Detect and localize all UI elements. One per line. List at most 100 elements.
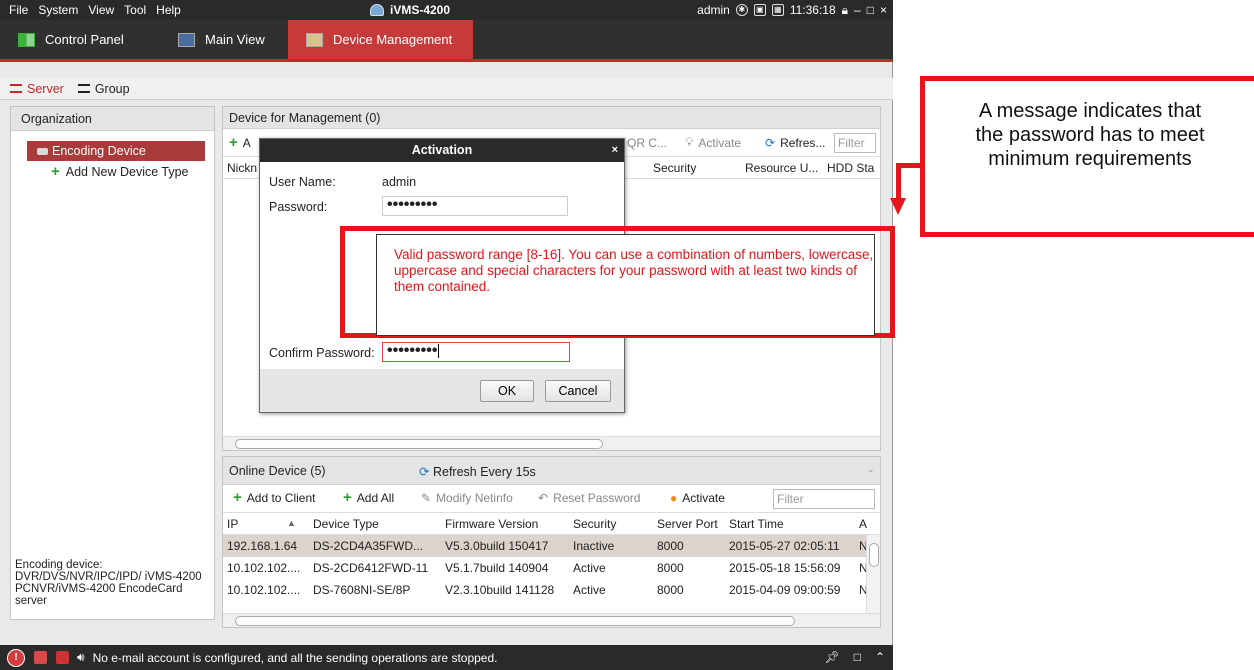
col-server-port[interactable]: Server Port xyxy=(657,517,718,531)
menu-help[interactable]: Help xyxy=(151,0,186,20)
col-device-type[interactable]: Device Type xyxy=(313,517,379,531)
plus-icon: + xyxy=(233,489,242,506)
collapse-icon[interactable]: ⌄ xyxy=(867,464,875,475)
reset-password-button[interactable]: ↶ Reset Password xyxy=(538,491,640,505)
menu-system[interactable]: System xyxy=(33,0,83,20)
server-icon xyxy=(10,84,22,93)
org-item-label: Encoding Device xyxy=(52,144,146,158)
group-icon xyxy=(77,84,90,93)
refresh-interval-label: Refresh Every 15s xyxy=(432,465,536,479)
tab-device-management[interactable]: Device Management xyxy=(288,20,473,59)
alarm-icon[interactable]: ! xyxy=(7,648,25,667)
ok-button[interactable]: OK xyxy=(480,380,534,402)
horizontal-scrollbar[interactable] xyxy=(223,436,880,450)
col-a[interactable]: A xyxy=(859,517,867,531)
table-row[interactable]: 10.102.102.... DS-2CD6412FWD-11 V5.1.7bu… xyxy=(223,557,880,579)
cell-security: Active xyxy=(573,561,606,575)
refresh-icon: ⟳ xyxy=(765,135,776,150)
cancel-button[interactable]: Cancel xyxy=(545,380,611,402)
tab-control-panel[interactable]: Control Panel xyxy=(0,20,142,59)
col-resource-usage[interactable]: Resource U... xyxy=(745,161,818,175)
camera-alert-icon[interactable] xyxy=(56,651,69,664)
cell-device-type: DS-2CD6412FWD-11 xyxy=(313,561,429,575)
refresh-button[interactable]: ⟳ Refres... xyxy=(765,136,825,150)
add-device-button[interactable]: + A xyxy=(229,135,251,150)
bulb-icon: ● xyxy=(670,491,678,505)
main-tab-bar: Control Panel Main View Device Managemen… xyxy=(0,20,893,62)
tab-label: Device Management xyxy=(333,32,453,47)
control-panel-icon xyxy=(18,32,35,47)
cell-firmware: V2.3.10build 141128 xyxy=(445,583,555,597)
col-nickname[interactable]: Nickn xyxy=(227,161,257,175)
cell-firmware: V5.3.0build 150417 xyxy=(445,539,549,553)
horizontal-scrollbar[interactable] xyxy=(223,613,880,627)
lock-icon[interactable]: 🔒︎ xyxy=(842,0,848,20)
table-row[interactable]: 10.102.102.... DS-7608NI-SE/8P V2.3.10bu… xyxy=(223,579,880,601)
person-alert-icon[interactable] xyxy=(34,651,47,664)
online-filter-input[interactable]: Filter xyxy=(773,489,875,509)
col-start-time[interactable]: Start Time xyxy=(729,517,784,531)
cell-device-type: DS-7608NI-SE/8P xyxy=(313,583,411,597)
ram-icon[interactable]: ▦ xyxy=(771,4,784,16)
online-device-title: Online Device (5) xyxy=(229,464,326,478)
col-ip[interactable]: IP xyxy=(227,517,238,531)
refresh-interval[interactable]: ⟳ Refresh Every 15s xyxy=(419,464,536,479)
vertical-scrollbar[interactable] xyxy=(866,535,880,615)
org-item-encoding-device[interactable]: Encoding Device xyxy=(27,141,205,161)
add-new-device-type[interactable]: + Add New Device Type xyxy=(51,164,214,179)
add-new-device-type-label: Add New Device Type xyxy=(65,165,189,179)
reset-password-label: Reset Password xyxy=(553,491,641,505)
expand-up-icon[interactable]: ⌃ xyxy=(875,645,885,670)
status-bar: ! 🔊︎ No e-mail account is configured, an… xyxy=(0,645,893,670)
organization-panel: Organization Encoding Device + Add New D… xyxy=(10,106,215,620)
scrollbar-thumb[interactable] xyxy=(235,439,603,449)
user-name[interactable]: admin xyxy=(697,0,730,20)
menu-tool[interactable]: Tool xyxy=(119,0,151,20)
window-icon[interactable]: □ xyxy=(854,645,861,670)
dialog-close-icon[interactable]: × xyxy=(612,139,618,162)
cell-start-time: 2015-05-27 02:05:11 xyxy=(729,539,840,553)
col-security[interactable]: Security xyxy=(653,161,696,175)
password-label: Password: xyxy=(269,200,328,214)
globe-icon[interactable]: ✱ xyxy=(735,4,748,16)
callout-line xyxy=(896,163,901,200)
speaker-icon[interactable]: 🔊︎ xyxy=(77,650,85,665)
cell-start-time: 2015-05-18 15:56:09 xyxy=(729,561,841,575)
organization-header: Organization xyxy=(11,107,214,131)
maximize-icon[interactable]: □ xyxy=(867,0,874,20)
minimize-icon[interactable]: – xyxy=(854,0,861,20)
clock: 11:36:18 xyxy=(789,3,836,17)
filter-input[interactable]: Filter xyxy=(834,133,876,153)
confirm-password-input[interactable]: ••••••••• xyxy=(382,342,570,362)
cpu-icon[interactable]: ▣ xyxy=(753,4,766,16)
refresh-icon: ⟳ xyxy=(419,465,430,479)
menu-view[interactable]: View xyxy=(83,0,119,20)
activate-button[interactable]: ● Activate xyxy=(670,491,725,505)
cell-port: 8000 xyxy=(657,561,684,575)
activate-button-disabled[interactable]: 💡︎ Activate xyxy=(685,135,741,150)
col-firmware-version[interactable]: Firmware Version xyxy=(445,517,538,531)
refresh-label: Refres... xyxy=(780,135,826,150)
subtab-server[interactable]: Server xyxy=(10,82,64,96)
modify-netinfo-button[interactable]: ✎ Modify Netinfo xyxy=(421,491,513,505)
password-input[interactable]: ••••••••• xyxy=(382,196,568,216)
confirm-password-value: ••••••••• xyxy=(387,342,438,359)
scrollbar-thumb[interactable] xyxy=(235,616,795,626)
scrollbar-thumb[interactable] xyxy=(869,543,879,567)
qr-code-button[interactable]: QR C... xyxy=(627,136,667,150)
plus-icon: + xyxy=(343,489,352,506)
add-all-button[interactable]: + Add All xyxy=(343,489,394,506)
col-security[interactable]: Security xyxy=(573,517,616,531)
add-to-client-button[interactable]: + Add to Client xyxy=(233,489,315,506)
edit-icon: ✎ xyxy=(421,491,432,505)
tab-main-view[interactable]: Main View xyxy=(160,20,283,59)
subtab-group[interactable]: Group xyxy=(77,82,130,96)
menu-file[interactable]: File xyxy=(4,0,33,20)
close-icon[interactable]: × xyxy=(880,0,887,20)
pin-icon[interactable]: 📌︎ xyxy=(824,645,839,670)
app-title-text: iVMS-4200 xyxy=(390,3,451,17)
username-value: admin xyxy=(382,175,417,189)
col-hdd-status[interactable]: HDD Sta xyxy=(827,161,874,175)
table-row[interactable]: 192.168.1.64 DS-2CD4A35FWD... V5.3.0buil… xyxy=(223,535,880,557)
password-requirements-tooltip: Valid password range [8-16]. You can use… xyxy=(376,234,875,336)
